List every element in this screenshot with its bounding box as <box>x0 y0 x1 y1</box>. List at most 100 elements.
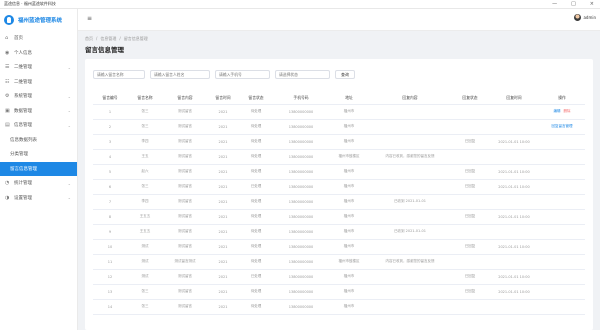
sidebar-item-personal[interactable]: ◉ 个人信息 <box>0 46 77 61</box>
table-cell: 2 <box>93 119 127 135</box>
table-cell: 待处理 <box>239 134 273 150</box>
table-cell: 李四 <box>127 194 163 210</box>
table-cell: 13800000000 <box>273 104 329 120</box>
table-cell <box>369 269 451 285</box>
sidebar-icon: ⚙ <box>5 93 10 100</box>
table-cell: 9 <box>93 224 127 240</box>
table-cell: 测试留言 <box>163 149 207 165</box>
logo-icon <box>4 15 14 25</box>
table-cell: 2021 <box>207 254 239 270</box>
table-cell: 13800000000 <box>273 119 329 135</box>
table-cell: 2021 <box>207 164 239 180</box>
sidebar-item-sub2[interactable]: 分类管理 <box>0 147 77 162</box>
column-header: 回复时间 <box>489 93 539 105</box>
sidebar-item-label: 系统管理 <box>14 94 32 100</box>
table-cell: 13800000000 <box>273 254 329 270</box>
avatar[interactable] <box>574 14 582 21</box>
table-cell: 张三 <box>127 104 163 120</box>
column-header: 操作 <box>539 93 585 105</box>
table-row: 9 王五五 测试留言 2021 待处理 13800000000 福州市 已收到 2021-01… <box>93 224 585 240</box>
sidebar-icon: ☰ <box>5 64 10 71</box>
chevron-down-icon: ⌄ <box>67 108 71 114</box>
minimize-icon[interactable]: — <box>552 1 557 7</box>
table-row: 2 张三 测试留言 2021 待处理 13800000000 福州市 回复留言管理 <box>93 119 585 135</box>
user-name: admin <box>583 15 596 20</box>
sidebar-item-label: 信息数据列表 <box>10 137 37 143</box>
table-cell: 李四 <box>127 134 163 150</box>
table-cell: 测试留言 <box>163 134 207 150</box>
close-icon[interactable]: × <box>590 1 594 7</box>
table-cell <box>451 149 489 165</box>
table-row: 11 测试 测试留言测试 2021 待处理 13800000000 福州市鼓楼区 内容已收到，… <box>93 254 585 270</box>
sidebar-item-menu7[interactable]: ▤ 信息管理 ⌄ <box>0 118 77 133</box>
sidebar-icon: ☷ <box>5 78 10 85</box>
table-cell: 福州市 <box>329 284 369 300</box>
phone-filter-input[interactable] <box>215 70 270 79</box>
table-cell <box>369 209 451 225</box>
table-cell: 福州市 <box>329 104 369 120</box>
messages-table: 留言编号 留言名称 留言内容 留言时间 留言状态 手机号码 地址 回复内容 回复状态 回复时间 操作… <box>93 93 585 315</box>
table-header: 留言编号 留言名称 留言内容 留言时间 留言状态 手机号码 地址 回复内容 回复状态 回复时间 操作 <box>93 93 585 105</box>
breadcrumb-home[interactable]: 首页 <box>85 36 93 42</box>
sidebar-item-menu4[interactable]: ☷ 二维管理 <box>0 75 77 90</box>
menu-toggle-icon[interactable]: ≡ <box>87 15 92 22</box>
table-cell: 已收到 2021-01-01 <box>369 224 451 240</box>
table-body: 1 张三 测试留言 2021 待处理 13800000000 福州市 编辑 删除 2 张三 测试留言 2… <box>93 104 585 315</box>
row-actions <box>539 254 585 270</box>
table-cell: 张三 <box>127 119 163 135</box>
table-cell <box>489 119 539 135</box>
sidebar-item-label: 个人信息 <box>14 50 32 56</box>
window-controls: — □ × <box>552 1 594 7</box>
edit-link[interactable]: 编辑 <box>554 109 561 113</box>
sidebar-item-label: 统计管理 <box>14 181 32 187</box>
table-cell: 已回复 <box>451 164 489 180</box>
table-cell: 2021 <box>207 224 239 240</box>
table-cell <box>369 134 451 150</box>
row-actions <box>539 269 585 285</box>
person-filter-input[interactable] <box>150 70 210 79</box>
row-actions <box>539 299 585 315</box>
sidebar: 福州蓝途管理系统 ⌂ 首页 ◉ 个人信息 ☰ 二维管理 ⌄ ☷ 二维管理 ⚙ 系统管理 ⌄ ▣ 数据管理 ⌄… <box>0 9 78 330</box>
sidebar-item-menu9[interactable]: ◑ 设置管理 ⌄ <box>0 191 77 206</box>
breadcrumb-section[interactable]: 信息管理 <box>100 36 116 42</box>
status-filter-select[interactable] <box>275 70 330 79</box>
user-menu[interactable]: admin <box>574 14 596 21</box>
delete-link[interactable]: 删除 <box>564 109 571 113</box>
table-row: 14 张三 测试留言 2021 待处理 13800000000 福州市 <box>93 299 585 315</box>
table-cell: 测试 <box>127 269 163 285</box>
table-cell <box>451 224 489 240</box>
table-cell: 已回复 <box>451 284 489 300</box>
table-row: 1 张三 测试留言 2021 待处理 13800000000 福州市 编辑 删除 <box>93 104 585 120</box>
reply-link[interactable]: 回复留言管理 <box>552 124 573 128</box>
table-cell <box>369 299 451 315</box>
table-cell: 福州市鼓楼区 <box>329 254 369 270</box>
table-cell: 已处理 <box>239 269 273 285</box>
sidebar-item-menu8[interactable]: ◔ 统计管理 ⌄ <box>0 176 77 191</box>
table-cell: 2021 <box>207 194 239 210</box>
sidebar-item-sub1[interactable]: 信息数据列表 <box>0 133 77 148</box>
sidebar-icon: ◔ <box>5 180 10 187</box>
search-button[interactable]: 查询 <box>335 70 355 79</box>
table-cell <box>451 254 489 270</box>
row-actions <box>539 284 585 300</box>
table-row: 12 测试 测试留言 2021 已处理 13800000000 福州市 已回复 2021-01-… <box>93 269 585 285</box>
column-header: 留言内容 <box>163 93 207 105</box>
table-cell: 11 <box>93 254 127 270</box>
table-cell: 测试留言 <box>163 179 207 195</box>
table-cell: 已回复 <box>451 209 489 225</box>
table-cell: 2021 <box>207 179 239 195</box>
app-logo[interactable]: 福州蓝途管理系统 <box>0 9 77 31</box>
sidebar-item-sub3[interactable]: 留言信息管理 <box>0 161 77 176</box>
maximize-icon[interactable]: □ <box>571 1 576 7</box>
name-filter-input[interactable] <box>93 70 145 79</box>
table-cell: 测试留言 <box>163 224 207 240</box>
table-cell: 13 <box>93 284 127 300</box>
sidebar-item-menu6[interactable]: ▣ 数据管理 ⌄ <box>0 104 77 119</box>
table-cell: 12 <box>93 269 127 285</box>
sidebar-item-menu3[interactable]: ☰ 二维管理 ⌄ <box>0 60 77 75</box>
table-cell <box>451 119 489 135</box>
table-cell: 2021 <box>207 209 239 225</box>
sidebar-item-menu5[interactable]: ⚙ 系统管理 ⌄ <box>0 89 77 104</box>
sidebar-item-home[interactable]: ⌂ 首页 <box>0 31 77 46</box>
row-actions <box>539 149 585 165</box>
